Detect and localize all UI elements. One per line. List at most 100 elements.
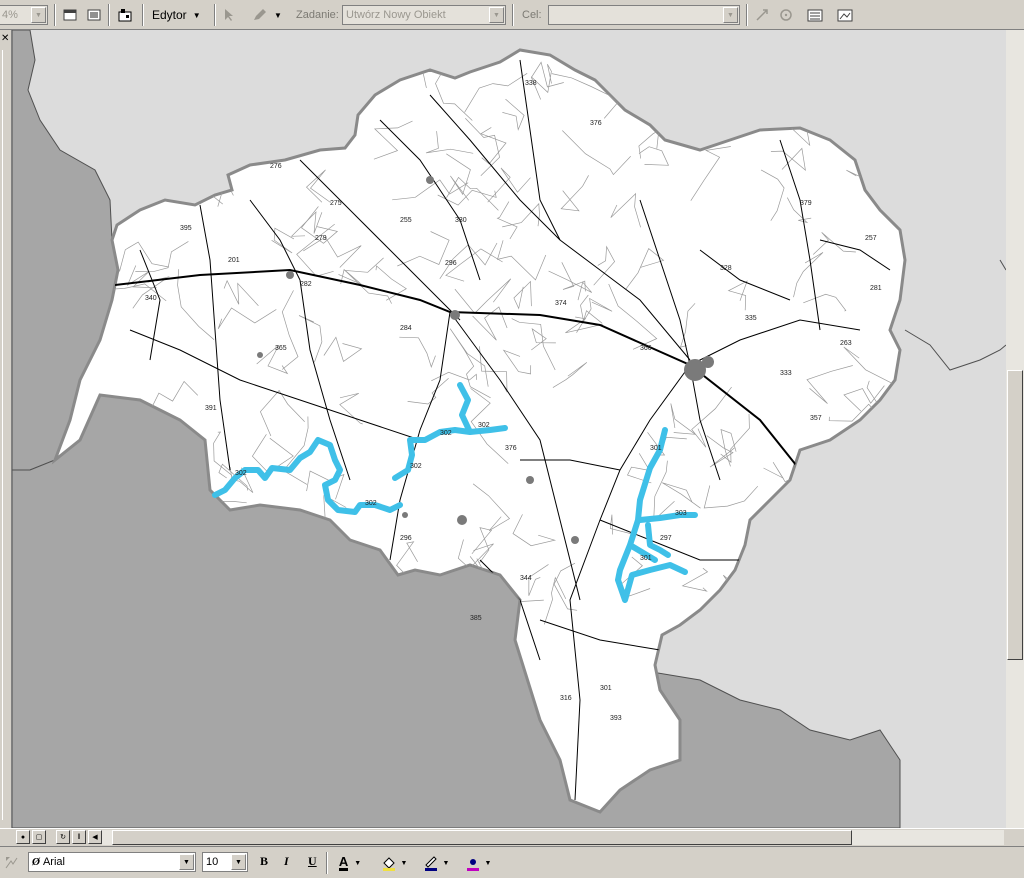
road-number-label: 395	[180, 225, 192, 232]
close-icon[interactable]: ✕	[1, 34, 10, 44]
data-view-icon[interactable]: ●	[16, 830, 30, 844]
road-number-label: 255	[400, 217, 412, 224]
road-number-label: 276	[270, 163, 282, 170]
chevron-down-icon[interactable]: ▼	[489, 7, 504, 23]
select-elements-icon[interactable]	[2, 852, 22, 874]
font-name-combo[interactable]: Ø Arial ▼	[28, 852, 196, 872]
font-color-button[interactable]: A ▼	[332, 852, 368, 874]
road-number-label: 333	[780, 370, 792, 377]
marker-dot-icon	[466, 859, 479, 871]
road-number-label: 357	[810, 415, 822, 422]
fill-color-button[interactable]: ▼	[376, 852, 412, 874]
toolbar-separator	[746, 4, 748, 26]
chevron-down-icon[interactable]: ▼	[31, 7, 46, 23]
road-number-label: 302	[365, 500, 377, 507]
font-size-combo[interactable]: 10 ▼	[202, 852, 248, 872]
page-icon[interactable]	[84, 4, 104, 26]
toolbar-separator	[142, 4, 144, 26]
paint-bucket-icon	[382, 857, 395, 871]
road-number-label: 257	[865, 235, 877, 242]
road-number-label: 340	[145, 295, 157, 302]
road-number-label: 391	[205, 405, 217, 412]
chevron-down-icon: ▼	[442, 859, 450, 867]
italic-button[interactable]: I	[284, 854, 289, 869]
font-color-label: A	[338, 854, 349, 871]
underline-button[interactable]: U	[308, 854, 317, 869]
chevron-down-icon[interactable]: ▼	[723, 7, 738, 23]
road-number-label: 376	[505, 445, 517, 452]
layout-view-icon[interactable]: ▢	[32, 830, 46, 844]
sketch-tool-button[interactable]: ▼	[246, 4, 288, 26]
vertical-scroll-thumb[interactable]	[1007, 370, 1023, 660]
editor-menu-label: Edytor	[152, 8, 187, 22]
vertical-scrollbar[interactable]	[1006, 30, 1024, 828]
left-panel-strip: ✕	[0, 30, 12, 828]
road-number-label: 302	[410, 463, 422, 470]
road-number-label: 301	[600, 685, 612, 692]
font-type-icon: Ø	[32, 856, 40, 868]
chevron-down-icon[interactable]: ▼	[231, 854, 246, 870]
refresh-icon[interactable]: ↻	[56, 830, 70, 844]
toolbar-separator	[108, 4, 110, 26]
font-size-value: 10	[206, 856, 219, 868]
road-number-label: 338	[525, 80, 537, 87]
rotate-tool-icon[interactable]	[776, 4, 796, 26]
road-number-label: 379	[800, 200, 812, 207]
road-number-label: 302	[440, 430, 452, 437]
toolbar-separator	[326, 852, 328, 874]
sketch-properties-icon[interactable]	[834, 4, 856, 26]
chevron-down-icon[interactable]: ▼	[179, 854, 194, 870]
road-number-label: 281	[870, 285, 882, 292]
split-tool-icon[interactable]	[752, 4, 772, 26]
marker-color-button[interactable]: ▼	[460, 852, 496, 874]
horizontal-scrollbar[interactable]	[102, 830, 1004, 845]
road-number-label: 297	[660, 535, 672, 542]
horizontal-scroll-thumb[interactable]	[112, 830, 852, 845]
scroll-left-icon[interactable]: ◀	[88, 830, 102, 844]
road-number-label: 328	[720, 265, 732, 272]
toolbar-separator	[214, 4, 216, 26]
border-line	[904, 329, 1007, 371]
task-label: Zadanie:	[296, 9, 339, 21]
toolbar-separator	[512, 4, 514, 26]
road-number-label: 296	[445, 260, 457, 267]
edit-pointer-icon[interactable]	[220, 4, 238, 26]
road-number-label: 275	[330, 200, 342, 207]
road-number-label: 303	[675, 510, 687, 517]
chevron-down-icon: ▼	[484, 859, 492, 867]
road-number-label: 330	[455, 217, 467, 224]
road-number-label: 301	[650, 445, 662, 452]
pen-line-icon	[424, 856, 437, 871]
road-number-label: 366	[640, 345, 652, 352]
target-combo[interactable]: ▼	[548, 5, 740, 25]
panel-splitter[interactable]	[2, 50, 9, 820]
pause-icon[interactable]: ‖	[72, 830, 86, 844]
bold-button[interactable]: B	[260, 854, 268, 869]
pencil-icon	[254, 9, 267, 20]
road-number-label: 393	[610, 715, 622, 722]
drawing-toolbar: Ø Arial ▼ 10 ▼ B I U A ▼ ▼ ▼ ▼	[0, 846, 1024, 878]
task-combo[interactable]: Utwórz Nowy Obiekt ▼	[342, 5, 506, 25]
road-number-label: 302	[478, 422, 490, 429]
font-name-value: Arial	[42, 856, 65, 868]
road-number-label: 344	[520, 575, 532, 582]
line-color-button[interactable]: ▼	[418, 852, 454, 874]
road-number-label: 376	[590, 120, 602, 127]
road-number-label: 385	[470, 615, 482, 622]
road-number-label: 316	[560, 695, 572, 702]
layer-select-icon[interactable]	[114, 4, 136, 26]
window-icon[interactable]	[60, 4, 80, 26]
road-number-label: 365	[275, 345, 287, 352]
zoom-value: 4%	[2, 9, 18, 21]
road-number-label: 279	[315, 235, 327, 242]
road-number-label: 374	[555, 300, 567, 307]
road-number-label: 302	[235, 470, 247, 477]
editor-toolbar: 4% ▼ Edytor ▼ ▼ Zadanie: Utwórz Nowy Obi…	[0, 0, 1024, 30]
chevron-down-icon: ▼	[354, 859, 362, 867]
attributes-icon[interactable]	[804, 4, 826, 26]
road-number-label: 263	[840, 340, 852, 347]
road-number-label: 335	[745, 315, 757, 322]
editor-menu-button[interactable]: Edytor ▼	[148, 4, 208, 26]
zoom-combo[interactable]: 4% ▼	[0, 5, 48, 25]
map-view[interactable]: 275 255 201 276 282 284 302 302 302 302 302 296 301 3…	[0, 30, 1024, 828]
